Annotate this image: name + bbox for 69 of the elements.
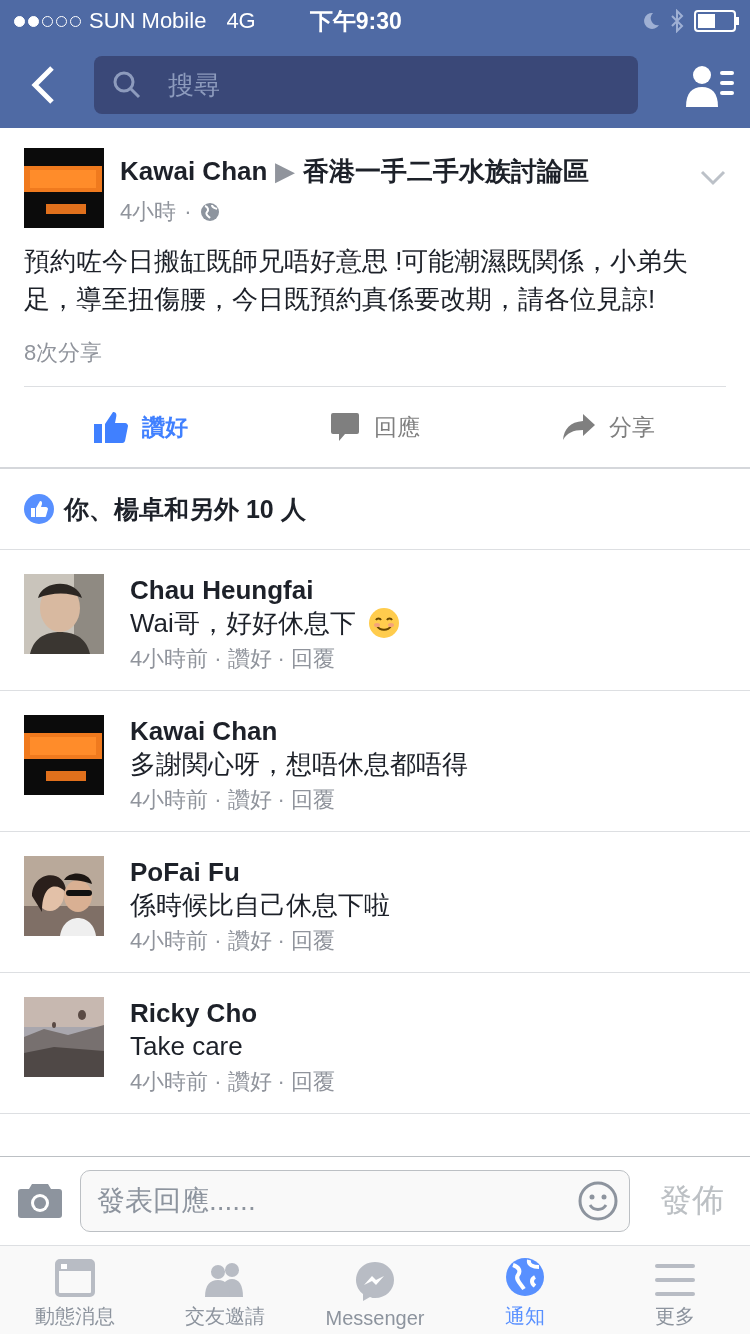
likes-summary[interactable]: 你、楊卓和另外 10 人 [64,492,306,526]
dot-separator: · [184,199,192,225]
reply-link[interactable]: 回覆 [290,926,335,956]
reply-link[interactable]: 回覆 [290,644,335,674]
reply-link[interactable]: 回覆 [290,1067,335,1097]
messenger-icon [355,1261,395,1301]
tab[interactable]: Messenger [300,1246,450,1334]
dot-separator: · [214,787,222,813]
dot-separator: · [277,787,285,813]
bluetooth-icon [670,9,684,33]
comment-time: 4小時前 [130,927,209,955]
comment-time: 4小時前 [130,786,209,814]
thumbs-up-icon [24,494,54,524]
comment-text: 係時候比自己休息下啦 [130,889,390,922]
tab[interactable]: 通知 [450,1246,600,1334]
arrow-separator: ▶ [275,156,296,187]
commenter-name[interactable]: Chau Heungfai [130,574,726,606]
like-link[interactable]: 讚好 [227,644,272,674]
comment-time: 4小時前 [130,1068,209,1096]
tab[interactable]: 更多 [600,1246,750,1334]
like-button[interactable]: 讚好 [24,387,258,467]
search-icon [112,70,142,100]
clock-time: 下午9:30 [309,6,402,36]
comment-button[interactable]: 回應 [258,387,492,467]
chevron-down-icon[interactable] [700,170,726,186]
tab[interactable]: 交友邀請 [150,1246,300,1334]
dot-separator: · [214,1069,222,1095]
comment-input-field[interactable]: 發表回應...... [80,1170,630,1232]
share-arrow-icon [563,414,595,440]
dot-separator: · [214,646,222,672]
globe-icon [505,1257,545,1297]
dot-separator: · [277,646,285,672]
comment-text: 多謝関心呀，想唔休息都唔得 [130,748,468,781]
comment-text: Take care [130,1030,243,1063]
search-field[interactable]: 搜尋 [94,56,638,114]
like-link[interactable]: 讚好 [227,926,272,956]
menu-icon [655,1263,695,1297]
battery-icon [694,10,740,32]
dot-separator: · [277,928,285,954]
post-time: 4小時 [120,198,177,226]
commenter-name[interactable]: Kawai Chan [130,715,726,747]
reply-link[interactable]: 回覆 [290,785,335,815]
comment-time: 4小時前 [130,645,209,673]
commenter-name[interactable]: Ricky Cho [130,997,726,1029]
post-text: 預約咗今日搬缸既師兄唔好意思 !可能潮濕既関係，小弟失足，導至扭傷腰，今日既預約真係要改期，請各位見諒! [24,245,690,316]
news-feed-icon [55,1259,95,1297]
post-button[interactable]: 發佈 [648,1179,724,1223]
smiley-icon [367,607,400,639]
group-name[interactable]: 香港一手二手水族討論區 [303,154,590,189]
camera-icon[interactable] [18,1184,62,1218]
speech-bubble-icon [330,412,360,442]
friends-list-icon[interactable] [686,63,734,107]
back-icon[interactable] [30,65,56,105]
comment-text: Wai哥，好好休息下 [130,607,356,640]
carrier-name: SUN Mobile [89,8,207,34]
smiley-icon[interactable] [578,1181,618,1221]
commenter-name[interactable]: PoFai Fu [130,856,726,888]
like-link[interactable]: 讚好 [227,1067,272,1097]
author-name[interactable]: Kawai Chan [120,156,268,187]
network-type: 4G [226,8,256,34]
share-button[interactable]: 分享 [492,387,726,467]
dot-separator: · [277,1069,285,1095]
globe-icon [199,202,220,222]
moon-icon [642,12,660,30]
dot-separator: · [214,928,222,954]
thumbs-up-icon [94,411,128,443]
tab[interactable]: 動態消息 [0,1246,150,1334]
share-count[interactable]: 8次分享 [24,338,726,387]
like-link[interactable]: 讚好 [227,785,272,815]
